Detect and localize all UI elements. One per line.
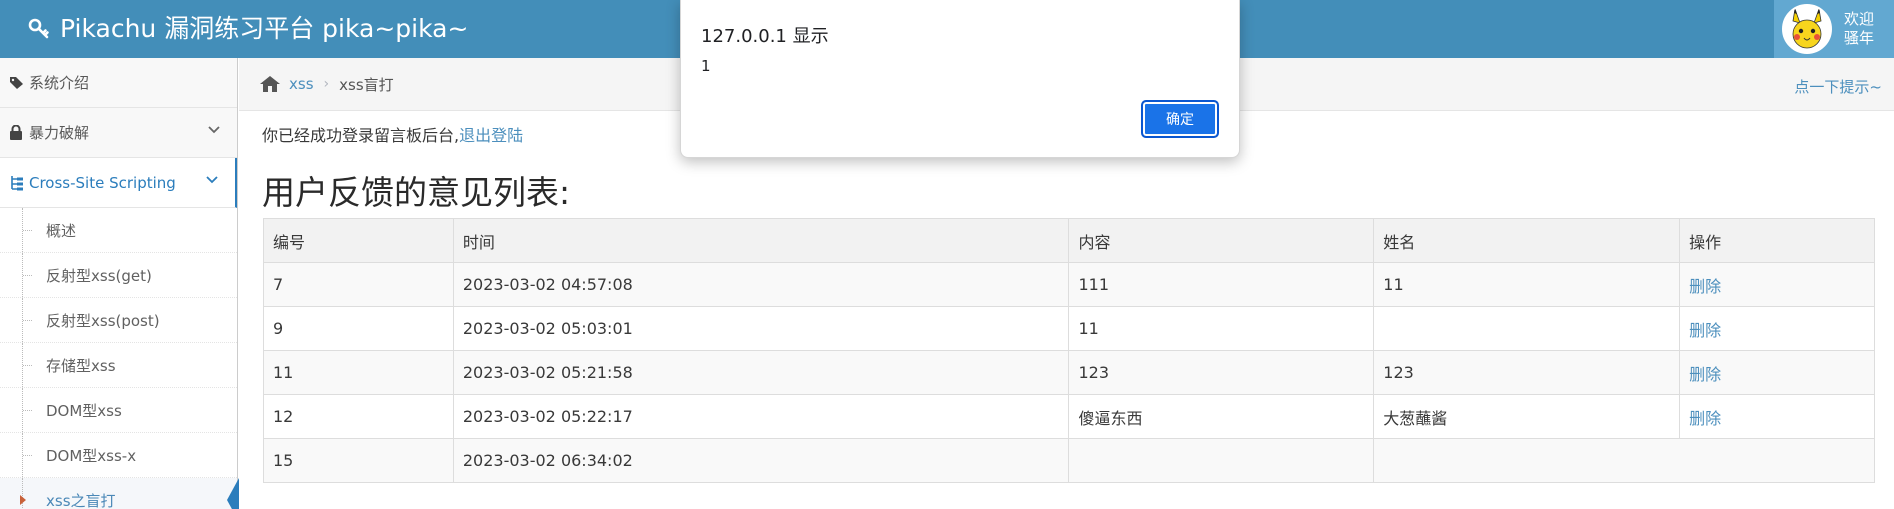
submenu-item-dom[interactable]: DOM型xss [0,388,237,433]
key-icon [28,18,49,39]
cell-content: 11 [1068,306,1375,351]
cell-content [1068,438,1375,483]
dialog-title: 127.0.0.1 显示 [701,26,829,47]
submenu-item-blind-xss[interactable]: xss之盲打 [0,478,239,509]
xss-submenu: 概述 反射型xss(get) 反射型xss(post) 存储型xss DOM型x… [0,208,239,509]
sidebar-item-label: Cross-Site Scripting [29,173,176,192]
cell-name [1373,306,1681,351]
login-status: 你已经成功登录留言板后台,退出登陆 [262,122,523,146]
sidebar-item-label: 暴力破解 [29,124,90,142]
table-row: 15 2023-03-02 06:34:02 [263,438,1875,483]
submenu-item-label: 反射型xss(get) [46,266,152,285]
submenu-item-label: xss之盲打 [46,491,116,509]
cell-content: 111 [1068,262,1375,307]
table-row: 11 2023-03-02 05:21:58 123 123 删除 [263,350,1875,395]
chevron-down-icon [206,176,218,184]
home-icon[interactable] [259,75,281,93]
sidebar-item-label: 系统介绍 [29,74,90,92]
cell-time: 2023-03-02 06:34:02 [452,438,1070,483]
ok-button[interactable]: 确定 [1141,100,1219,138]
chevron-down-icon [208,126,220,134]
submenu-item-dom-x[interactable]: DOM型xss-x [0,433,237,478]
delete-link[interactable]: 删除 [1689,321,1721,340]
table-header-row: 编号 时间 内容 姓名 操作 [263,218,1875,263]
cell-time: 2023-03-02 05:03:01 [452,306,1070,351]
submenu-item-stored[interactable]: 存储型xss [0,343,237,388]
table-row: 12 2023-03-02 05:22:17 傻逼东西 大葱蘸酱 删除 [263,394,1875,439]
cell-name: 11 [1373,262,1681,307]
alert-dialog: 127.0.0.1 显示 1 确定 [680,0,1240,158]
breadcrumb-current: xss盲打 [339,75,394,94]
cell-content: 123 [1068,350,1375,395]
submenu-item-label: 存储型xss [46,356,116,375]
submenu-item-overview[interactable]: 概述 [0,208,237,253]
brand[interactable]: Pikachu 漏洞练习平台 pika~pika~ [28,12,468,46]
cell-content: 傻逼东西 [1068,394,1375,439]
greeting-line-1: 欢迎 [1844,10,1875,28]
table-row: 7 2023-03-02 04:57:08 111 11 删除 [263,262,1875,307]
sidebar-item-system-intro[interactable]: 系统介绍 [0,58,237,108]
cell-id: 11 [263,350,454,395]
cell-id: 9 [263,306,454,351]
greeting-line-2: 骚年 [1844,29,1875,47]
tags-icon [9,76,27,90]
submenu-item-label: DOM型xss-x [46,446,137,465]
cell-time: 2023-03-02 05:22:17 [452,394,1070,439]
column-header-id: 编号 [263,218,454,263]
delete-link[interactable]: 删除 [1689,409,1721,428]
cell-name: 123 [1373,350,1681,395]
cell-id: 12 [263,394,454,439]
logout-link[interactable]: 退出登陆 [459,126,523,145]
submenu-item-reflected-get[interactable]: 反射型xss(get) [0,253,237,298]
column-header-action: 操作 [1679,218,1875,263]
user-menu[interactable]: 欢迎 骚年 [1774,0,1894,58]
sidebar-item-brute-force[interactable]: 暴力破解 [0,108,237,158]
page-title: 用户反馈的意见列表: [262,173,571,212]
submenu-item-label: DOM型xss [46,401,122,420]
column-header-time: 时间 [452,218,1070,263]
caret-right-icon [20,495,26,505]
sidebar: 系统介绍 暴力破解 Cross-Site Scripting 概述 反射型xss… [0,58,239,509]
sidebar-item-xss[interactable]: Cross-Site Scripting [0,158,237,208]
delete-link[interactable]: 删除 [1689,277,1721,296]
dialog-message: 1 [701,57,711,75]
submenu-item-label: 反射型xss(post) [46,311,160,330]
submenu-item-label: 概述 [46,221,77,240]
hint-link[interactable]: 点一下提示~ [1794,76,1882,97]
cell-id: 15 [263,438,454,483]
table-row: 9 2023-03-02 05:03:01 11 删除 [263,306,1875,351]
cell-id: 7 [263,262,454,307]
sitemap-icon [9,175,27,191]
brand-title: Pikachu 漏洞练习平台 pika~pika~ [60,14,469,43]
login-status-text: 你已经成功登录留言板后台, [262,126,460,145]
pikachu-avatar-icon [1792,7,1822,49]
active-marker [227,478,239,509]
lock-icon [9,125,27,140]
delete-link[interactable]: 删除 [1689,365,1721,384]
cell-name: 大葱蘸酱 [1373,394,1681,439]
cell-time: 2023-03-02 04:57:08 [452,262,1070,307]
user-greeting: 欢迎 骚年 [1844,10,1874,48]
feedback-table: 编号 时间 内容 姓名 操作 7 2023-03-02 04:57:08 111… [263,218,1875,483]
cell-name [1373,438,1875,483]
submenu-item-reflected-post[interactable]: 反射型xss(post) [0,298,237,343]
cell-time: 2023-03-02 05:21:58 [452,350,1070,395]
chevron-right-icon: › [323,76,330,92]
avatar [1782,4,1832,54]
column-header-name: 姓名 [1373,218,1681,263]
breadcrumb-xss-link[interactable]: xss [289,75,314,93]
column-header-content: 内容 [1068,218,1375,263]
